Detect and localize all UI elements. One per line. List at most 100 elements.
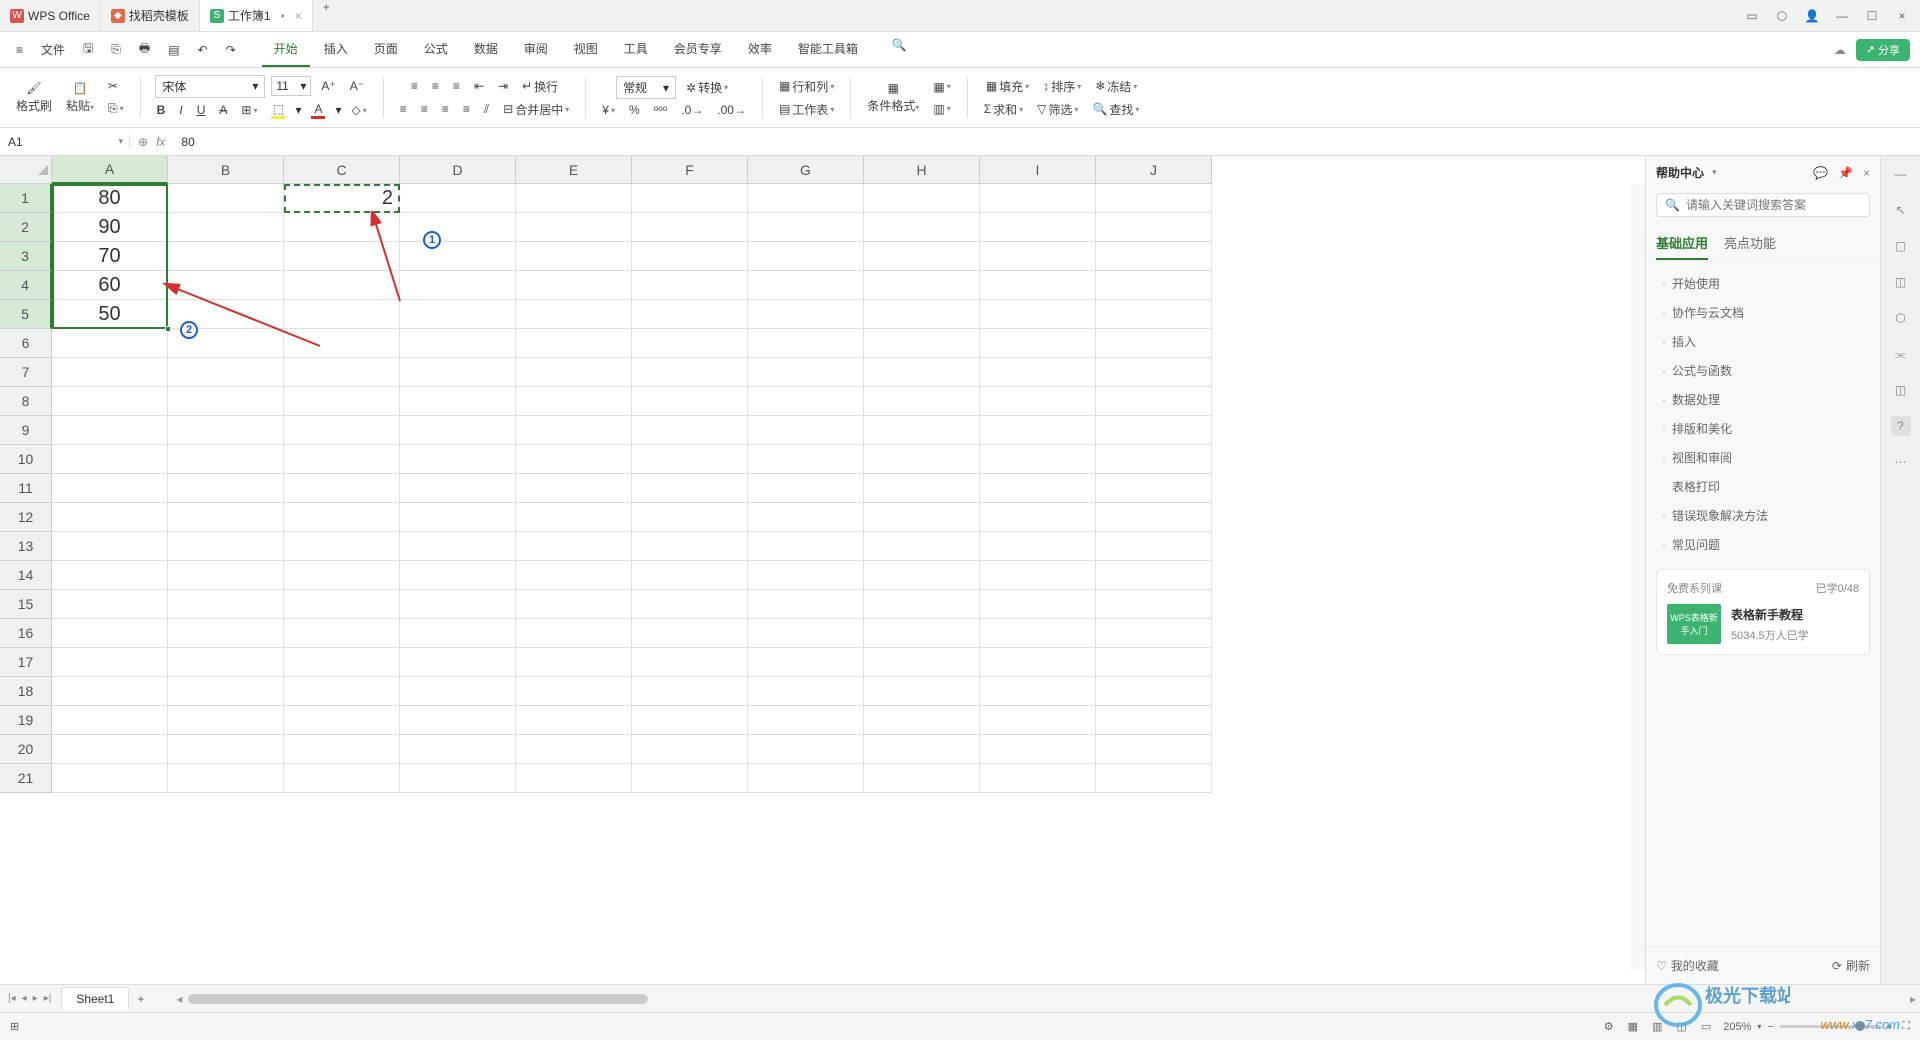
cut-icon[interactable]: ▤ xyxy=(160,37,187,63)
cell[interactable] xyxy=(632,474,748,503)
table-style-button[interactable]: ▦▾ xyxy=(929,78,954,96)
cell[interactable] xyxy=(864,213,980,242)
menu-tab-insert[interactable]: 插入 xyxy=(312,32,360,67)
cell[interactable] xyxy=(980,648,1096,677)
cell[interactable] xyxy=(284,590,400,619)
row-header-2[interactable]: 2 xyxy=(0,213,52,242)
cell[interactable] xyxy=(52,561,168,590)
close-panel-icon[interactable]: × xyxy=(1863,166,1870,180)
cell[interactable] xyxy=(1096,184,1212,213)
cell[interactable] xyxy=(168,590,284,619)
sort-button[interactable]: ↕ 排序▾ xyxy=(1039,76,1085,97)
menu-file[interactable]: 文件 xyxy=(33,35,73,64)
menu-tab-ai[interactable]: 智能工具箱 xyxy=(786,32,870,67)
menu-tab-view[interactable]: 视图 xyxy=(562,32,610,67)
cell[interactable] xyxy=(168,474,284,503)
sheet-tab-sheet1[interactable]: Sheet1 xyxy=(61,987,129,1010)
cell[interactable] xyxy=(632,271,748,300)
decimal-increase-icon[interactable]: .0→ xyxy=(677,101,707,119)
font-size-select[interactable]: 11▾ xyxy=(271,76,311,96)
cell[interactable] xyxy=(748,561,864,590)
help-search[interactable]: 🔍 xyxy=(1656,193,1870,217)
refresh-button[interactable]: ⟳ 刷新 xyxy=(1832,957,1870,974)
cell[interactable] xyxy=(516,271,632,300)
cell[interactable] xyxy=(400,184,516,213)
help-item[interactable]: 插入 xyxy=(1646,327,1880,356)
cell[interactable] xyxy=(864,474,980,503)
cell[interactable] xyxy=(516,184,632,213)
cell-a4[interactable]: 60 xyxy=(52,271,168,300)
help-item[interactable]: 表格打印 xyxy=(1646,472,1880,501)
cell[interactable] xyxy=(632,300,748,329)
wrap-button[interactable]: ↵ 换行 xyxy=(518,76,562,97)
cell[interactable] xyxy=(632,503,748,532)
cell[interactable] xyxy=(864,387,980,416)
cell[interactable] xyxy=(52,445,168,474)
redo-icon[interactable]: ↷ xyxy=(218,37,244,63)
tab-workbook[interactable]: S 工作簿1 • × xyxy=(200,0,313,31)
row-header-5[interactable]: 5 xyxy=(0,300,52,329)
cell[interactable] xyxy=(52,677,168,706)
cell[interactable] xyxy=(1096,271,1212,300)
sheet-prev-icon[interactable]: ◂ xyxy=(22,993,27,1004)
cell[interactable] xyxy=(864,242,980,271)
eraser-button[interactable]: ◇▾ xyxy=(348,101,371,119)
cell[interactable] xyxy=(168,358,284,387)
cell[interactable] xyxy=(168,416,284,445)
cell[interactable] xyxy=(980,706,1096,735)
cell[interactable] xyxy=(632,648,748,677)
cell[interactable] xyxy=(52,329,168,358)
italic-button[interactable]: I xyxy=(175,101,186,119)
cell[interactable] xyxy=(516,561,632,590)
cell[interactable] xyxy=(864,561,980,590)
col-header-d[interactable]: D xyxy=(400,156,516,184)
cell[interactable] xyxy=(52,358,168,387)
sidebar-shape-icon[interactable]: ⬡ xyxy=(1891,308,1911,328)
menu-hamburger-icon[interactable]: ≡ xyxy=(8,37,31,63)
cell[interactable] xyxy=(980,358,1096,387)
cell[interactable] xyxy=(748,503,864,532)
decimal-decrease-icon[interactable]: .00→ xyxy=(713,101,750,119)
name-box[interactable]: A1 ▾ xyxy=(0,135,130,149)
cell[interactable] xyxy=(516,590,632,619)
cell[interactable] xyxy=(516,358,632,387)
copy-button[interactable]: ⎘▾ xyxy=(104,99,128,118)
cell[interactable] xyxy=(516,445,632,474)
help-item[interactable]: 错误现象解决方法 xyxy=(1646,501,1880,530)
cell[interactable] xyxy=(864,329,980,358)
close-window-icon[interactable]: × xyxy=(1894,8,1910,24)
cell[interactable] xyxy=(864,503,980,532)
row-header-6[interactable]: 6 xyxy=(0,329,52,358)
cell[interactable] xyxy=(748,271,864,300)
cell[interactable] xyxy=(284,358,400,387)
help-item[interactable]: 公式与函数 xyxy=(1646,356,1880,385)
cell[interactable] xyxy=(400,706,516,735)
cell[interactable] xyxy=(632,619,748,648)
cell[interactable] xyxy=(516,532,632,561)
help-tab-basic[interactable]: 基础应用 xyxy=(1656,227,1708,260)
cell[interactable] xyxy=(400,648,516,677)
cell[interactable] xyxy=(168,387,284,416)
sidebar-split-icon[interactable]: ◫ xyxy=(1891,272,1911,292)
col-header-j[interactable]: J xyxy=(1096,156,1212,184)
status-icon[interactable]: ⊞ xyxy=(10,1020,19,1033)
cell[interactable] xyxy=(1096,619,1212,648)
cell[interactable] xyxy=(284,706,400,735)
panel-icon[interactable]: ▭ xyxy=(1744,8,1760,24)
sidebar-link-icon[interactable]: ⫘ xyxy=(1891,344,1911,364)
minimize-icon[interactable]: — xyxy=(1834,8,1850,24)
row-header-10[interactable]: 10 xyxy=(0,445,52,474)
cell[interactable] xyxy=(864,648,980,677)
cell-a3[interactable]: 70 xyxy=(52,242,168,271)
cell[interactable] xyxy=(1096,532,1212,561)
cell[interactable] xyxy=(864,184,980,213)
cell[interactable] xyxy=(52,619,168,648)
cell[interactable] xyxy=(864,300,980,329)
cell[interactable] xyxy=(864,532,980,561)
cell[interactable] xyxy=(748,677,864,706)
cell[interactable] xyxy=(284,503,400,532)
row-col-button[interactable]: ▦ 行和列▾ xyxy=(775,76,838,97)
cell[interactable] xyxy=(168,706,284,735)
paste-button[interactable]: 📋 粘贴▾ xyxy=(62,79,98,116)
cell[interactable] xyxy=(748,358,864,387)
